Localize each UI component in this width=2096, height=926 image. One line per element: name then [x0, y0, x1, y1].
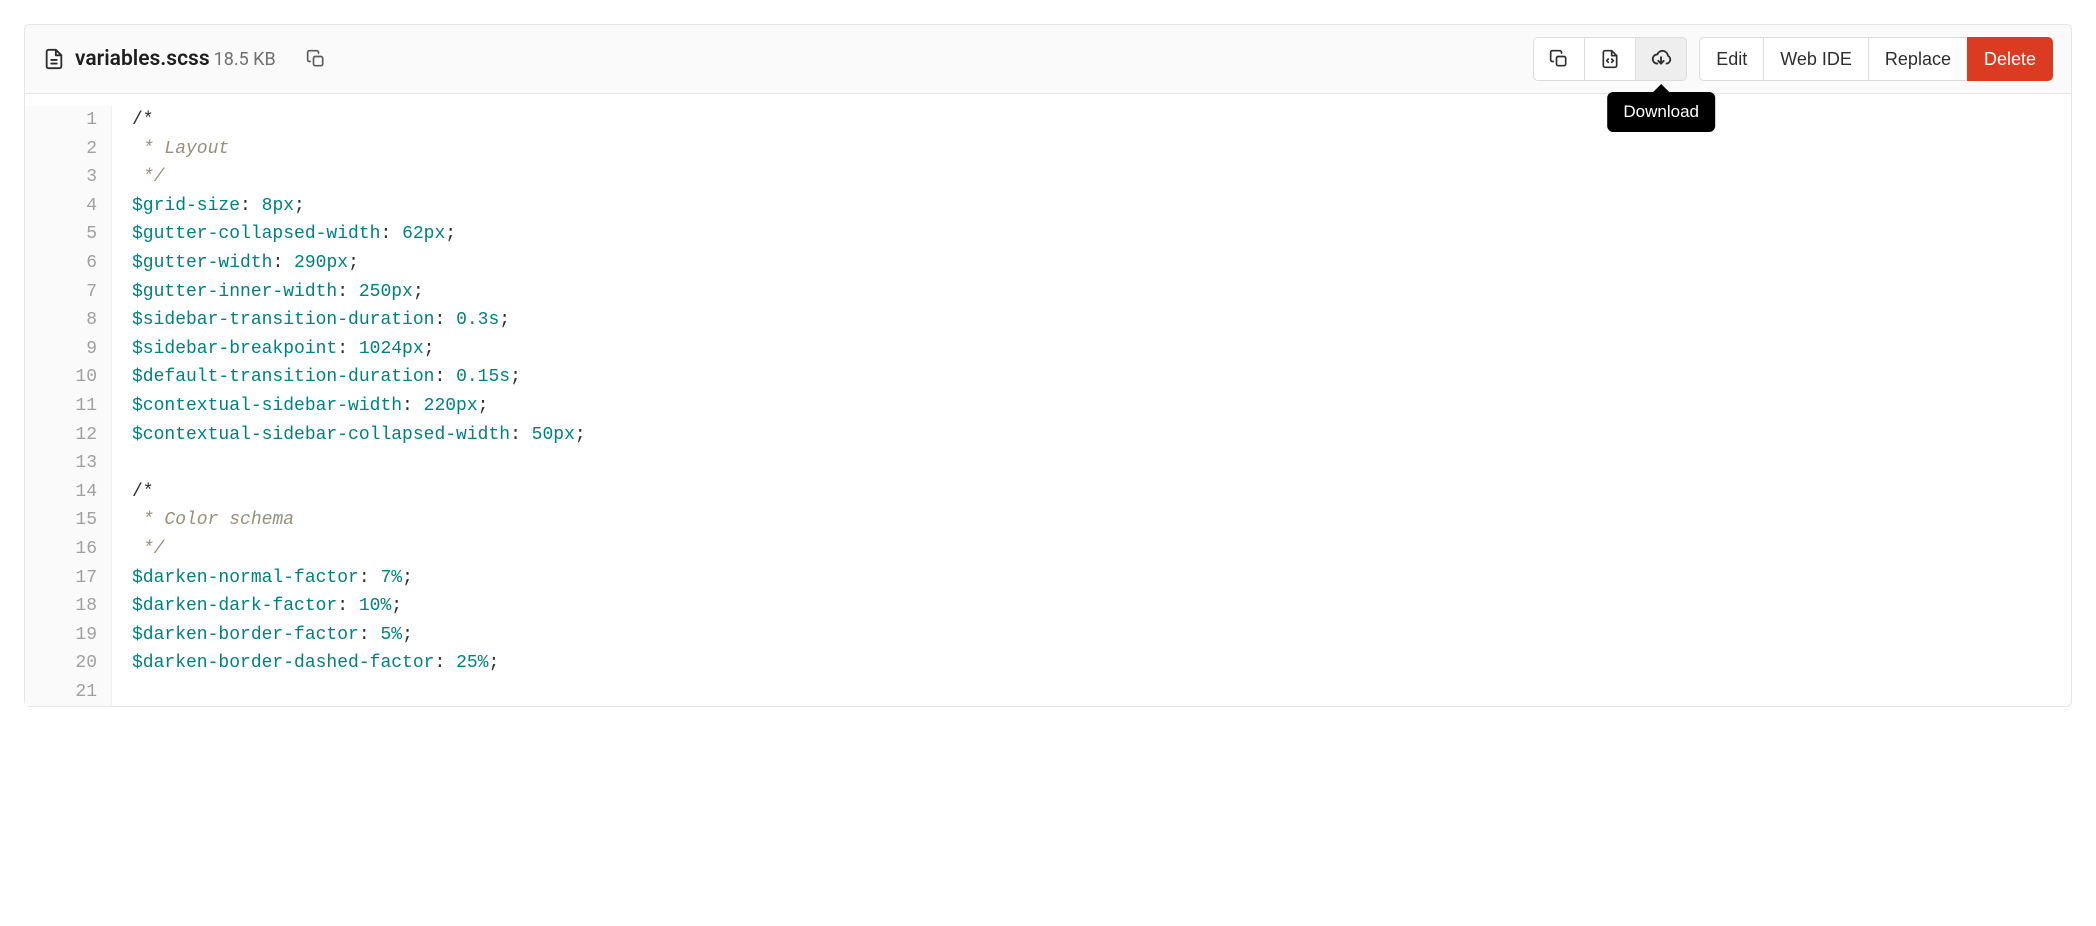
code-line: $darken-normal-factor: 7%;	[132, 564, 2071, 593]
code-file-icon	[1600, 49, 1620, 69]
line-number[interactable]: 14	[25, 478, 111, 507]
code-content[interactable]: /* * Layout */$grid-size: 8px;$gutter-co…	[112, 106, 2071, 706]
code-line: $default-transition-duration: 0.15s;	[132, 363, 2071, 392]
code-line: * Color schema	[132, 506, 2071, 535]
line-number[interactable]: 10	[25, 363, 111, 392]
line-number[interactable]: 20	[25, 649, 111, 678]
line-number[interactable]: 21	[25, 678, 111, 707]
file-panel: variables.scss 18.5 KB	[24, 24, 2072, 707]
line-number[interactable]: 15	[25, 506, 111, 535]
file-toolbar: Download Edit Web IDE Replace Delete	[1533, 37, 2053, 81]
download-cloud-icon	[1650, 48, 1672, 70]
code-line: $contextual-sidebar-width: 220px;	[132, 392, 2071, 421]
line-number[interactable]: 13	[25, 449, 111, 478]
file-icon	[43, 48, 65, 70]
download-tooltip: Download	[1607, 92, 1715, 132]
code-line: $sidebar-breakpoint: 1024px;	[132, 335, 2071, 364]
delete-button[interactable]: Delete	[1967, 37, 2053, 81]
file-name: variables.scss	[75, 47, 210, 71]
line-number[interactable]: 1	[25, 106, 111, 135]
copy-path-button[interactable]	[298, 41, 334, 77]
text-button-group: Edit Web IDE Replace Delete	[1699, 37, 2053, 81]
code-line: $sidebar-transition-duration: 0.3s;	[132, 306, 2071, 335]
line-number[interactable]: 12	[25, 421, 111, 450]
line-number[interactable]: 7	[25, 278, 111, 307]
line-number[interactable]: 8	[25, 306, 111, 335]
file-header: variables.scss 18.5 KB	[25, 25, 2071, 94]
line-number[interactable]: 5	[25, 220, 111, 249]
web-ide-button[interactable]: Web IDE	[1763, 37, 1869, 81]
line-number[interactable]: 16	[25, 535, 111, 564]
line-number[interactable]: 17	[25, 564, 111, 593]
line-number[interactable]: 11	[25, 392, 111, 421]
code-line: $gutter-collapsed-width: 62px;	[132, 220, 2071, 249]
code-line: $darken-border-dashed-factor: 25%;	[132, 649, 2071, 678]
replace-button[interactable]: Replace	[1868, 37, 1968, 81]
code-line: $gutter-width: 290px;	[132, 249, 2071, 278]
code-line: /*	[132, 106, 2071, 135]
line-number[interactable]: 4	[25, 192, 111, 221]
line-number[interactable]: 2	[25, 135, 111, 164]
code-line: */	[132, 163, 2071, 192]
line-number-gutter: 123456789101112131415161718192021	[25, 106, 112, 706]
code-line: $darken-border-factor: 5%;	[132, 621, 2071, 650]
icon-button-group: Download	[1533, 37, 1687, 81]
copy-icon	[306, 49, 326, 69]
edit-button[interactable]: Edit	[1699, 37, 1764, 81]
line-number[interactable]: 18	[25, 592, 111, 621]
file-size: 18.5 KB	[214, 49, 276, 70]
code-line: $darken-dark-factor: 10%;	[132, 592, 2071, 621]
copy-source-button[interactable]	[1533, 37, 1585, 81]
code-line: */	[132, 535, 2071, 564]
line-number[interactable]: 3	[25, 163, 111, 192]
code-line: $grid-size: 8px;	[132, 192, 2071, 221]
line-number[interactable]: 9	[25, 335, 111, 364]
file-title-area: variables.scss 18.5 KB	[43, 41, 334, 77]
copy-icon	[1549, 49, 1569, 69]
line-number[interactable]: 19	[25, 621, 111, 650]
code-line: /*	[132, 478, 2071, 507]
download-button[interactable]: Download	[1635, 37, 1687, 81]
view-raw-button[interactable]	[1584, 37, 1636, 81]
code-line: $gutter-inner-width: 250px;	[132, 278, 2071, 307]
code-line: * Layout	[132, 135, 2071, 164]
code-view: 123456789101112131415161718192021 /* * L…	[25, 94, 2071, 706]
code-line: $contextual-sidebar-collapsed-width: 50p…	[132, 421, 2071, 450]
code-line	[132, 449, 2071, 478]
line-number[interactable]: 6	[25, 249, 111, 278]
code-line	[132, 678, 2071, 707]
